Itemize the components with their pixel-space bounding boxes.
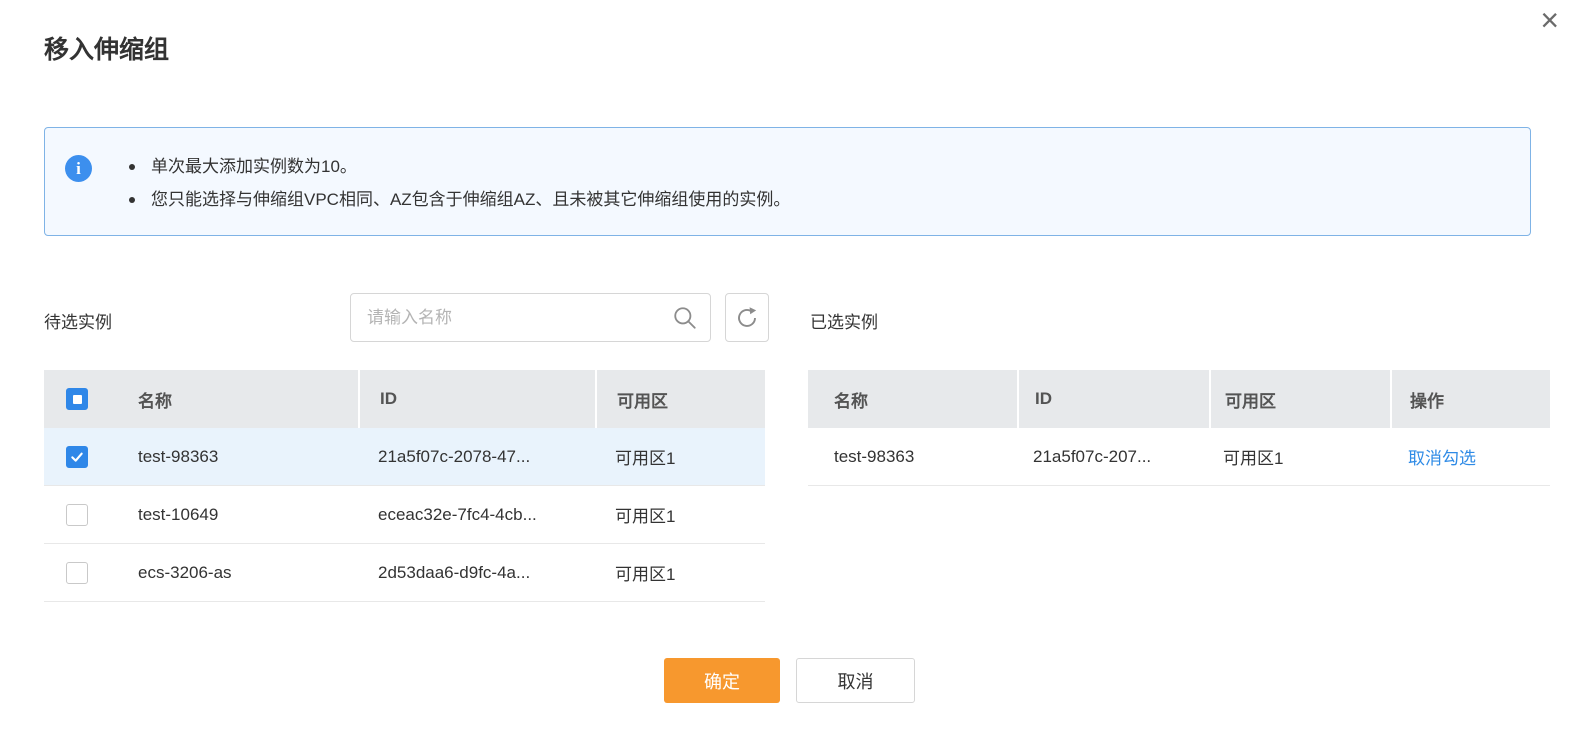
column-header-az: 可用区 [595, 370, 765, 428]
move-into-scaling-group-dialog: × 移入伸缩组 i 单次最大添加实例数为10。 您只能选择与伸缩组VPC相同、A… [0, 0, 1587, 735]
cell-az: 可用区1 [615, 565, 676, 584]
selected-table-header: 名称 ID 可用区 操作 [808, 370, 1550, 428]
cell-name: test-10649 [138, 504, 219, 524]
column-header-name: 名称 [138, 391, 172, 411]
select-all-checkbox[interactable] [66, 388, 88, 410]
search-input[interactable] [351, 307, 672, 328]
row-checkbox[interactable] [66, 561, 88, 584]
available-table-header: 名称 ID 可用区 [44, 370, 765, 428]
selected-table-body: test-98363 21a5f07c-207... 可用区1 取消勾选 [808, 428, 1550, 486]
column-header-id: ID [358, 370, 595, 428]
indeterminate-mark [72, 394, 82, 404]
info-banner-list: 单次最大添加实例数为10。 您只能选择与伸缩组VPC相同、AZ包含于伸缩组AZ、… [125, 150, 1530, 216]
row-checkbox[interactable] [66, 445, 88, 468]
table-row: test-98363 21a5f07c-207... 可用区1 取消勾选 [808, 428, 1550, 486]
table-row[interactable]: test-98363 21a5f07c-2078-47... 可用区1 [44, 428, 765, 486]
cell-az: 可用区1 [615, 449, 676, 468]
cell-az: 可用区1 [1223, 449, 1284, 468]
info-banner: i 单次最大添加实例数为10。 您只能选择与伸缩组VPC相同、AZ包含于伸缩组A… [44, 127, 1531, 236]
row-checkbox[interactable] [66, 503, 88, 526]
dialog-title: 移入伸缩组 [44, 36, 170, 64]
refresh-button[interactable] [725, 293, 769, 342]
cell-name: test-98363 [138, 446, 219, 466]
cancel-button[interactable]: 取消 [796, 658, 915, 703]
ok-button[interactable]: 确定 [664, 658, 780, 703]
selected-instances-label: 已选实例 [810, 313, 878, 332]
info-banner-item: 单次最大添加实例数为10。 [125, 150, 1530, 183]
cell-name: test-98363 [834, 446, 915, 466]
cell-name: ecs-3206-as [138, 562, 232, 582]
search-box [350, 293, 711, 342]
check-icon [71, 452, 83, 462]
selected-instances-table: 名称 ID 可用区 操作 test-98363 21a5f07c-207... … [808, 370, 1550, 486]
column-header-name: 名称 [834, 391, 868, 411]
refresh-icon [738, 306, 757, 327]
column-header-az: 可用区 [1209, 370, 1390, 428]
search-icon[interactable] [672, 305, 698, 331]
column-header-action: 操作 [1390, 370, 1550, 428]
table-row[interactable]: test-10649 eceac32e-7fc4-4cb... 可用区1 [44, 486, 765, 544]
available-instances-label: 待选实例 [44, 313, 112, 332]
cell-az: 可用区1 [615, 507, 676, 526]
info-icon: i [65, 155, 92, 182]
cell-id: 2d53daa6-d9fc-4a... [378, 562, 531, 582]
close-icon[interactable]: × [1540, 2, 1559, 38]
available-instances-table: 名称 ID 可用区 test-98363 21a5f07c-2078-47...… [44, 370, 765, 602]
cell-id: 21a5f07c-207... [1033, 446, 1152, 466]
available-table-body: test-98363 21a5f07c-2078-47... 可用区1 test… [44, 428, 765, 602]
cell-id: eceac32e-7fc4-4cb... [378, 504, 537, 524]
cell-id: 21a5f07c-2078-47... [378, 446, 531, 466]
info-banner-item: 您只能选择与伸缩组VPC相同、AZ包含于伸缩组AZ、且未被其它伸缩组使用的实例。 [125, 183, 1530, 216]
table-row[interactable]: ecs-3206-as 2d53daa6-d9fc-4a... 可用区1 [44, 544, 765, 602]
column-header-id: ID [1017, 370, 1209, 428]
cancel-selection-link[interactable]: 取消勾选 [1408, 444, 1476, 469]
